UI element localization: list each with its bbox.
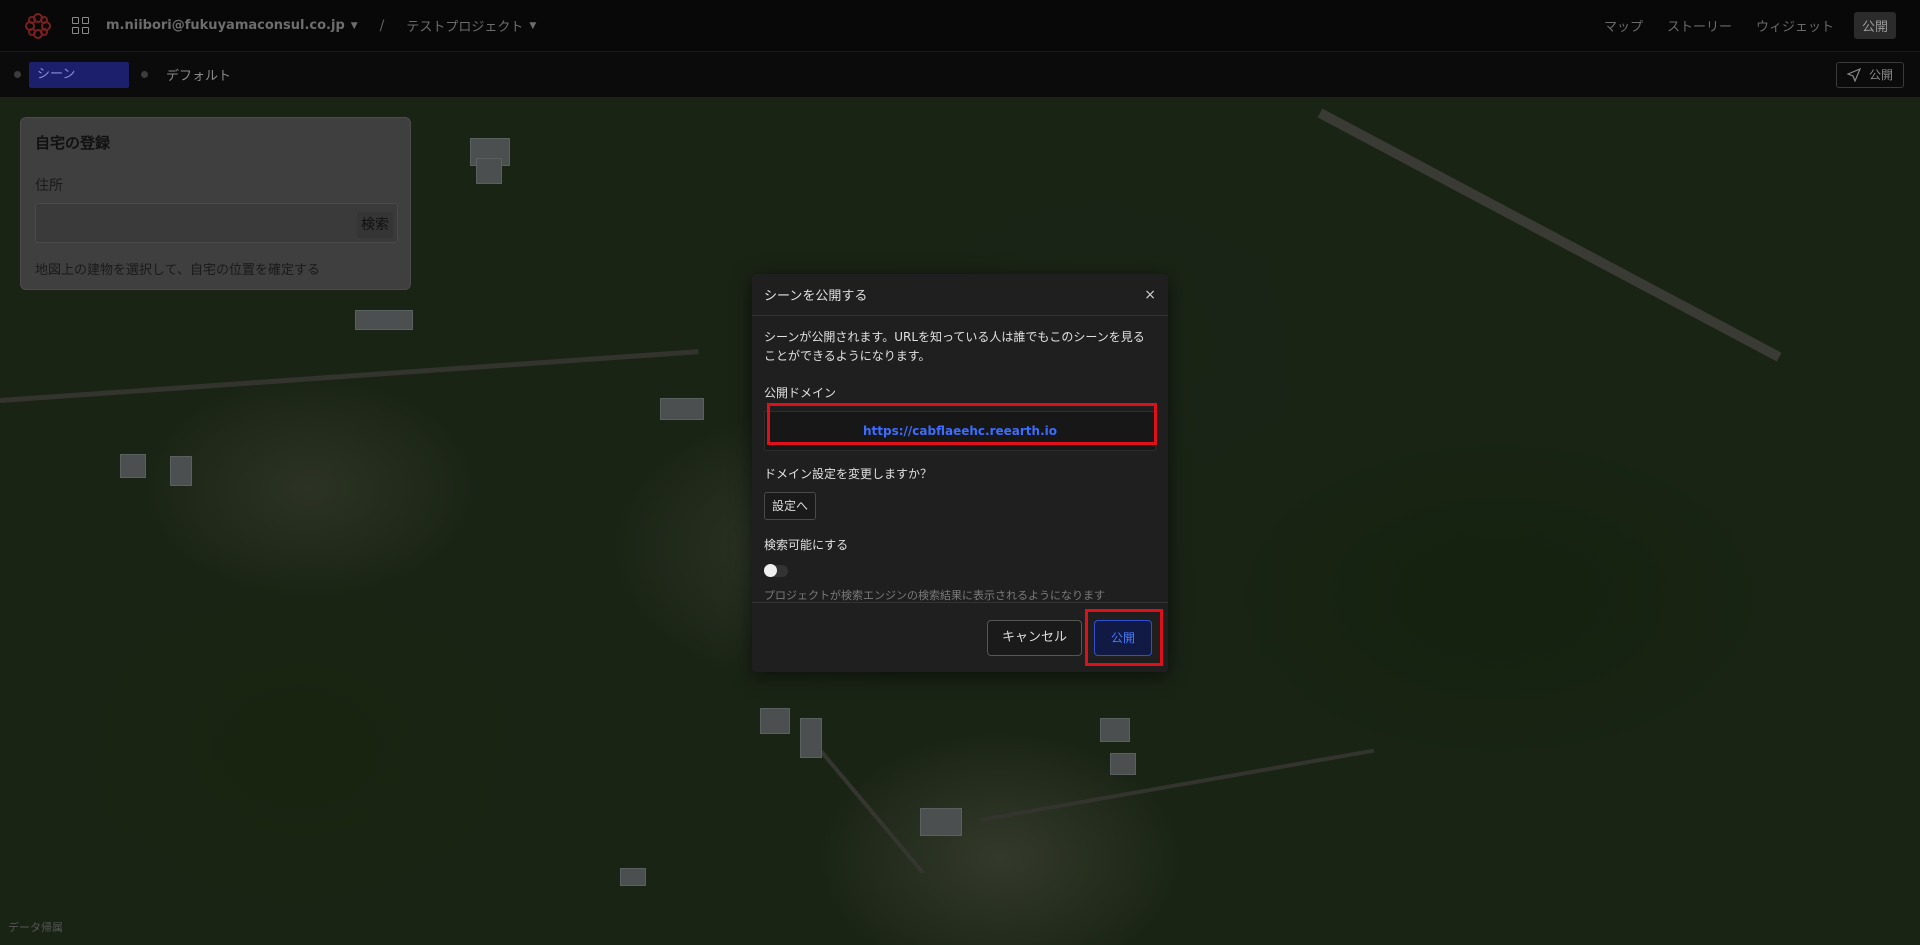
publish-button[interactable]: 公開 xyxy=(1093,619,1152,656)
top-bar: m.niibori@fukuyamaconsul.co.jp ▼ / テストプロ… xyxy=(0,0,1920,52)
domain-label: 公開ドメイン xyxy=(764,386,837,400)
dialog-header: シーンを公開する × xyxy=(752,274,1168,316)
home-registration-panel: 自宅の登録 住所 検索 地図上の建物を選択して、自宅の位置を確定する xyxy=(20,117,411,290)
dialog-description: シーンが公開されます。URLを知っている人は誰でもこのシーンを見る ことができる… xyxy=(764,328,1156,366)
settings-button[interactable]: 設定へ xyxy=(764,492,817,520)
address-input[interactable]: 検索 xyxy=(35,203,398,243)
close-icon[interactable]: × xyxy=(1144,287,1156,303)
send-icon xyxy=(1846,67,1861,82)
dialog-title: シーンを公開する xyxy=(764,289,868,304)
tab-story[interactable]: ストーリー xyxy=(1655,16,1744,35)
map-attribution[interactable]: データ帰属 xyxy=(8,919,63,935)
publish-dialog: シーンを公開する × シーンが公開されます。URLを知っている人は誰でもこのシー… xyxy=(752,274,1168,672)
domain-url[interactable]: https://cabflaeehc.reearth.io xyxy=(764,411,1156,451)
breadcrumb-separator: / xyxy=(379,17,385,34)
status-dot xyxy=(141,71,148,78)
searchable-label: 検索可能にする xyxy=(764,538,849,552)
tab-publish[interactable]: 公開 xyxy=(1853,12,1896,39)
chevron-down-icon: ▼ xyxy=(350,20,358,31)
tab-widget[interactable]: ウィジェット xyxy=(1744,16,1846,35)
app-grid-icon[interactable] xyxy=(72,16,90,35)
publish-label: 公開 xyxy=(1868,68,1893,82)
scene-bar: シーン デフォルト 公開 xyxy=(0,52,1920,98)
address-label: 住所 xyxy=(35,178,63,194)
tab-map[interactable]: マップ xyxy=(1592,16,1655,35)
searchable-hint: プロジェクトが検索エンジンの検索結果に表示されるようになります xyxy=(764,589,1105,602)
panel-hint: 地図上の建物を選択して、自宅の位置を確定する xyxy=(35,263,320,278)
project-menu[interactable]: テストプロジェクト ▼ xyxy=(406,16,536,35)
dialog-footer: キャンセル 公開 xyxy=(752,602,1168,672)
reearth-logo[interactable] xyxy=(22,10,54,42)
chevron-down-icon: ▼ xyxy=(529,20,537,31)
publish-dropdown-button[interactable]: 公開 xyxy=(1835,61,1904,88)
domain-link[interactable]: https://cabflaeehc.reearth.io xyxy=(863,424,1057,438)
project-name: テストプロジェクト xyxy=(406,20,524,35)
description-line: ことができるようになります。 xyxy=(764,349,931,363)
user-menu[interactable]: m.niibori@fukuyamaconsul.co.jp ▼ xyxy=(106,18,358,33)
scene-tab[interactable]: シーン xyxy=(29,61,129,88)
change-domain-question: ドメイン設定を変更しますか？ xyxy=(764,467,933,481)
status-dot xyxy=(14,71,21,78)
user-email: m.niibori@fukuyamaconsul.co.jp xyxy=(106,18,345,33)
description-line: シーンが公開されます。URLを知っている人は誰でもこのシーンを見る xyxy=(764,330,1145,344)
cancel-button[interactable]: キャンセル xyxy=(986,619,1082,656)
search-button[interactable]: 検索 xyxy=(357,212,393,238)
default-tab[interactable]: デフォルト xyxy=(166,65,231,84)
searchable-toggle[interactable] xyxy=(764,564,788,577)
panel-title: 自宅の登録 xyxy=(35,134,111,152)
